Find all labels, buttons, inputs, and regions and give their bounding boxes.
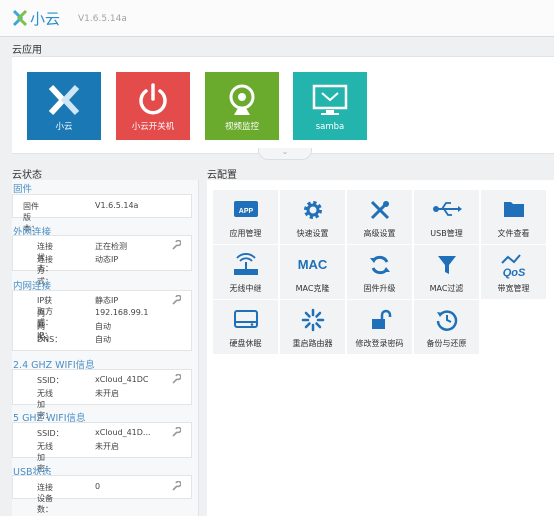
app-tile-camera[interactable]: 视频监控 (205, 72, 279, 140)
config-reboot[interactable]: 重启路由器 (280, 300, 346, 355)
config-disk-sleep[interactable]: 硬盘休眠 (213, 300, 279, 355)
refresh-icon (369, 255, 390, 275)
config-section-title: 云配置 (207, 170, 237, 181)
usb-card: 连接设备数： 0 (12, 475, 192, 514)
app-tile-xiaoyun[interactable]: 小云 (27, 72, 101, 140)
config-firmware-upgrade[interactable]: 固件升级 (347, 245, 413, 300)
gear-icon (303, 201, 322, 219)
wan-card: 连接状态： 正在检测 连接方式： 动态IP (12, 235, 192, 286)
app-tile-label: 视频监控 (224, 122, 259, 132)
config-bandwidth[interactable]: QoS 带宽管理 (481, 245, 547, 300)
config-quick-setup[interactable]: 快速设置 (280, 190, 346, 245)
lan-card: IP获取方式： 静态IP 内网IP： 192.168.99.1 网关： 自动 D… (12, 290, 192, 351)
config-files[interactable]: 文件查看 (481, 190, 547, 245)
config-backup-restore[interactable]: 备份与还原 (414, 300, 480, 355)
svg-text:QoS: QoS (502, 267, 525, 279)
config-mac-filter[interactable]: MAC过滤 (414, 245, 480, 300)
filter-icon (437, 256, 456, 274)
collapse-toggle[interactable]: ⌄ (258, 148, 312, 160)
app-tile-label: samba (315, 122, 345, 132)
app-tile-label: 小云开关机 (131, 122, 175, 132)
wireless-router-icon (233, 253, 258, 275)
folder-icon (503, 202, 524, 217)
mac-text-icon: MAC (297, 257, 328, 272)
top-bar: 小云 V1.6.5.14a (0, 0, 554, 37)
config-change-password[interactable]: 修改登录密码 (347, 300, 413, 355)
svg-text:APP: APP (238, 208, 253, 215)
wrench-icon[interactable] (171, 427, 181, 437)
app-tile-power[interactable]: 小云开关机 (116, 72, 190, 140)
config-usb[interactable]: USB管理 (414, 190, 480, 245)
usb-icon (432, 202, 462, 216)
wrench-icon[interactable] (171, 481, 181, 491)
firmware-title: 固件 (13, 184, 33, 195)
power-icon (139, 83, 167, 115)
config-mac-clone[interactable]: MAC MAC克隆 (280, 245, 346, 300)
chevron-down-icon: ⌄ (281, 147, 289, 156)
qos-icon: QoS (500, 254, 525, 279)
config-app-manage[interactable]: APP 应用管理 (213, 190, 279, 245)
wrench-icon[interactable] (171, 295, 181, 305)
logo-text: 小云 (30, 10, 60, 28)
firmware-card: 固件版本： V1.6.5.14a (12, 194, 192, 233)
monitor-icon (312, 84, 348, 115)
app-icon: APP (233, 201, 258, 217)
config-advanced[interactable]: 高级设置 (347, 190, 413, 245)
xiaoyun-logo-icon (48, 84, 80, 116)
app-tile-label: 小云 (55, 122, 73, 132)
harddisk-icon (233, 310, 258, 328)
version-label: V1.6.5.14a (78, 14, 127, 24)
spinner-icon (301, 308, 324, 332)
webcam-icon (229, 84, 255, 115)
wifi24-card: SSID： xCloud_41DC 无线加密： 未开启 (12, 369, 192, 420)
wifi5-card: SSID： xCloud_41D... 无线加密： 未开启 (12, 422, 192, 473)
config-wireless-repeater[interactable]: 无线中继 (213, 245, 279, 300)
app-tile-samba[interactable]: samba (293, 72, 367, 140)
status-section-title: 云状态 (12, 170, 42, 181)
history-icon (436, 310, 457, 331)
apps-section-title: 云应用 (12, 45, 42, 56)
wrench-icon[interactable] (171, 374, 181, 384)
unlock-icon (371, 309, 391, 329)
wrench-icon[interactable] (171, 240, 181, 250)
tools-icon (370, 200, 389, 220)
xiaoyun-logo: 小云 (12, 9, 60, 28)
